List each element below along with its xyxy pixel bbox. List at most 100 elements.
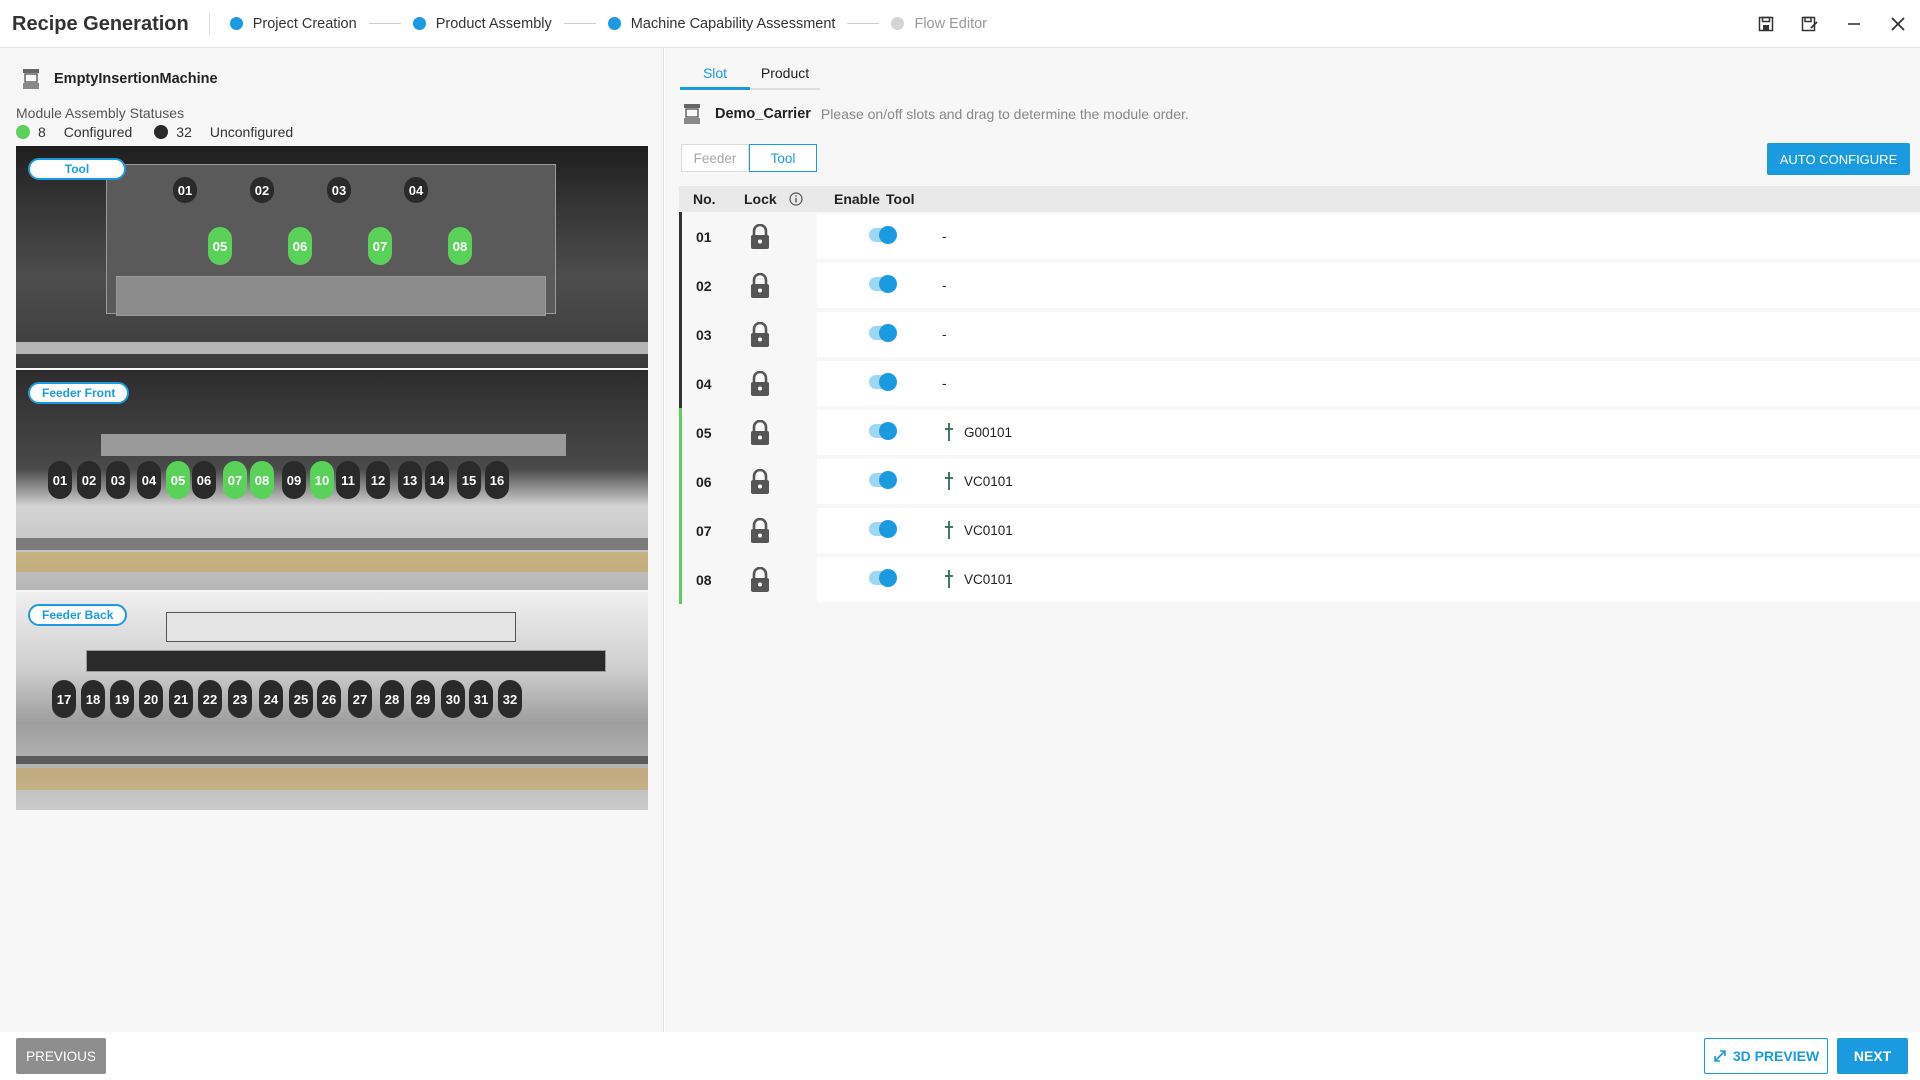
machine-name: EmptyInsertionMachine (54, 71, 218, 87)
module-badge[interactable]: 18 (81, 680, 105, 718)
enable-toggle[interactable] (869, 226, 897, 244)
module-badge[interactable]: 23 (228, 680, 252, 718)
slot-row[interactable]: 02 - (679, 261, 1920, 310)
info-icon[interactable] (789, 192, 803, 206)
tool-view[interactable]: Tool 01 02 03 04 05 06 07 08 (16, 146, 648, 368)
lock-toggle[interactable] (749, 223, 773, 250)
step-product-assembly[interactable]: Product Assembly (412, 16, 552, 32)
feeder-back-top (166, 612, 516, 642)
save-icon (1758, 16, 1774, 32)
auto-configure-button[interactable]: AUTO CONFIGURE (1767, 143, 1910, 175)
next-button[interactable]: NEXT (1837, 1038, 1908, 1074)
lock-toggle[interactable] (749, 419, 773, 446)
slot-row[interactable]: 03 - (679, 310, 1920, 359)
enable-toggle[interactable] (869, 275, 897, 293)
lock-toggle[interactable] (749, 272, 773, 299)
module-badge[interactable]: 03 (106, 461, 130, 499)
feeder-type-button[interactable]: Feeder (681, 144, 749, 172)
module-badge-configured[interactable]: 10 (310, 461, 334, 499)
tool-cell: VC0101 (942, 520, 1013, 540)
tab-product[interactable]: Product (750, 58, 820, 90)
slot-row[interactable]: 08 VC0101 (679, 555, 1920, 604)
slot-row[interactable]: 06 VC0101 (679, 457, 1920, 506)
previous-button[interactable]: PREVIOUS (16, 1038, 106, 1074)
module-badge[interactable]: 04 (404, 177, 428, 203)
module-badge[interactable]: 22 (198, 680, 222, 718)
slot-row[interactable]: 04 - (679, 359, 1920, 408)
minimize-button[interactable] (1832, 0, 1876, 48)
module-badge[interactable]: 15 (457, 461, 481, 499)
module-badge[interactable]: 31 (469, 680, 493, 718)
module-badge[interactable]: 02 (77, 461, 101, 499)
tool-icon (945, 521, 953, 539)
module-badge[interactable]: 32 (498, 680, 522, 718)
module-badge[interactable]: 03 (327, 177, 351, 203)
lock-toggle[interactable] (749, 321, 773, 348)
module-badge[interactable]: 26 (317, 680, 341, 718)
step-flow-editor[interactable]: Flow Editor (891, 16, 987, 32)
module-badge[interactable]: 02 (250, 177, 274, 203)
toggle-knob (879, 520, 897, 538)
lock-toggle[interactable] (749, 468, 773, 495)
slot-row[interactable]: 01 - (679, 212, 1920, 261)
tool-name: - (942, 326, 947, 342)
module-badge-configured[interactable]: 05 (166, 461, 190, 499)
slot-row[interactable]: 05 G00101 (679, 408, 1920, 457)
save-button[interactable] (1744, 0, 1788, 48)
toggle-knob (879, 275, 897, 293)
carrier-header: Demo_Carrier Please on/off slots and dra… (683, 103, 1189, 125)
module-badge[interactable]: 17 (52, 680, 76, 718)
tab-slot[interactable]: Slot (680, 58, 750, 90)
module-badge[interactable]: 25 (289, 680, 313, 718)
feeder-front-view[interactable]: Feeder Front 01 02 03 04 05 06 07 08 09 10 11 12 13 1… (16, 370, 648, 590)
enable-toggle[interactable] (869, 520, 897, 538)
lock-toggle[interactable] (749, 517, 773, 544)
module-badge-configured[interactable]: 05 (208, 227, 232, 265)
tool-cell: VC0101 (942, 569, 1013, 589)
tool-type-button[interactable]: Tool (749, 144, 817, 172)
module-badge-configured[interactable]: 08 (448, 227, 472, 265)
slot-main-cell: - (817, 263, 1920, 308)
module-badge[interactable]: 11 (336, 461, 360, 499)
module-badge[interactable]: 30 (441, 680, 465, 718)
lock-icon (751, 370, 769, 396)
step-machine-capability-assessment[interactable]: Machine Capability Assessment (607, 16, 835, 32)
lock-toggle[interactable] (749, 370, 773, 397)
module-badge[interactable]: 20 (139, 680, 163, 718)
enable-toggle[interactable] (869, 422, 897, 440)
lock-toggle[interactable] (749, 566, 773, 593)
close-button[interactable] (1876, 0, 1920, 48)
module-badge[interactable]: 12 (366, 461, 390, 499)
tool-name: - (942, 375, 947, 391)
module-badge[interactable]: 01 (48, 461, 72, 499)
module-badge[interactable]: 09 (282, 461, 306, 499)
module-badge[interactable]: 04 (137, 461, 161, 499)
module-badge[interactable]: 19 (110, 680, 134, 718)
module-badge[interactable]: 21 (169, 680, 193, 718)
title-bar: Recipe Generation Project Creation Produ… (0, 0, 1920, 48)
enable-toggle[interactable] (869, 324, 897, 342)
step-project-creation[interactable]: Project Creation (229, 16, 357, 32)
module-badge[interactable]: 29 (411, 680, 435, 718)
module-badge[interactable]: 27 (348, 680, 372, 718)
module-badge-configured[interactable]: 07 (223, 461, 247, 499)
module-badge[interactable]: 24 (259, 680, 283, 718)
feeder-back-view[interactable]: Feeder Back 17 18 19 20 21 22 23 24 25 26 27 28 29 30… (16, 592, 648, 810)
module-badge[interactable]: 13 (398, 461, 422, 499)
enable-toggle[interactable] (869, 373, 897, 391)
section-label-feeder-front: Feeder Front (28, 382, 130, 404)
slot-number: 05 (682, 408, 795, 457)
save-as-button[interactable] (1788, 0, 1832, 48)
enable-toggle[interactable] (869, 569, 897, 587)
3d-preview-button[interactable]: 3D PREVIEW (1704, 1038, 1828, 1074)
enable-toggle[interactable] (869, 471, 897, 489)
module-badge[interactable]: 06 (192, 461, 216, 499)
module-badge-configured[interactable]: 07 (368, 227, 392, 265)
module-badge[interactable]: 16 (485, 461, 509, 499)
slot-row[interactable]: 07 VC0101 (679, 506, 1920, 555)
module-badge[interactable]: 14 (425, 461, 449, 499)
module-badge-configured[interactable]: 06 (288, 227, 312, 265)
module-badge[interactable]: 28 (380, 680, 404, 718)
module-badge[interactable]: 01 (173, 177, 197, 203)
module-badge-configured[interactable]: 08 (250, 461, 274, 499)
